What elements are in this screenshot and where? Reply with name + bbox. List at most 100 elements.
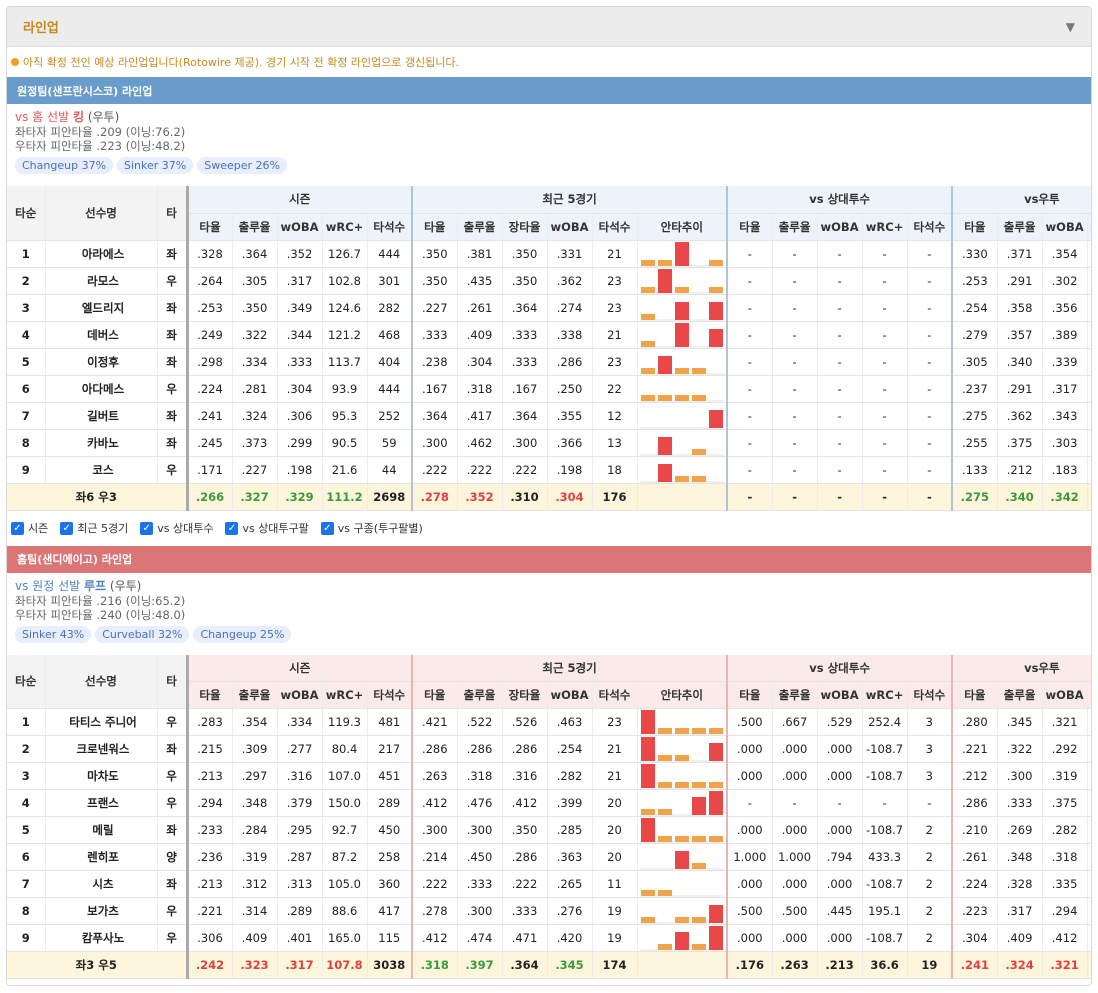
vs-pitcher-stat: 2: [907, 816, 954, 844]
player-name[interactable]: 길버트: [45, 402, 158, 430]
player-name[interactable]: 크로넨워스: [45, 735, 158, 763]
column-header[interactable]: 출루율: [457, 681, 503, 709]
player-name[interactable]: 마차도: [45, 762, 158, 790]
column-header[interactable]: 선수명: [45, 186, 158, 241]
column-header[interactable]: 타율: [952, 213, 998, 241]
column-header[interactable]: 타: [157, 186, 189, 241]
panel-header[interactable]: 라인업 ▼: [7, 7, 1091, 47]
column-header[interactable]: 타석수: [367, 213, 413, 241]
column-header[interactable]: wOBA: [1042, 681, 1088, 709]
column-header[interactable]: 타석수: [907, 213, 954, 241]
column-header[interactable]: 타율: [187, 213, 233, 241]
column-header[interactable]: 출루율: [232, 681, 278, 709]
recent-stat: .285: [547, 816, 593, 844]
column-header[interactable]: wRC+: [322, 213, 368, 241]
checkbox-checked-icon[interactable]: ✓: [320, 521, 334, 535]
column-header[interactable]: wOBA: [277, 213, 323, 241]
vs-hand-total: .324: [997, 951, 1043, 979]
player-name[interactable]: 라모스: [45, 267, 158, 295]
checkbox-checked-icon[interactable]: ✓: [225, 521, 239, 535]
column-header[interactable]: wRC+: [1087, 213, 1091, 241]
vs-hand-stat: 120.0: [1087, 870, 1091, 898]
column-header[interactable]: wOBA: [547, 681, 593, 709]
player-name[interactable]: 아라에스: [45, 240, 158, 268]
column-header[interactable]: 출루율: [997, 213, 1043, 241]
column-header[interactable]: 출루율: [772, 681, 818, 709]
filter-checkbox[interactable]: ✓ 시즌: [11, 520, 48, 536]
pitcher-name[interactable]: 킹: [73, 110, 84, 124]
recent-stat: .350: [502, 240, 548, 268]
recent-stat: .338: [547, 321, 593, 349]
filter-label: 시즌: [28, 522, 49, 535]
vs-pitcher-stat: -: [907, 456, 954, 484]
checkbox-checked-icon[interactable]: ✓: [140, 521, 154, 535]
column-header[interactable]: 출루율: [997, 681, 1043, 709]
column-header[interactable]: wOBA: [817, 681, 863, 709]
season-stat: .324: [232, 402, 278, 430]
column-header[interactable]: 타율: [187, 681, 233, 709]
season-stat: 95.3: [322, 402, 368, 430]
column-header[interactable]: 출루율: [772, 213, 818, 241]
vs-pitcher-stat: .500: [727, 897, 773, 925]
player-name[interactable]: 카바노: [45, 429, 158, 457]
collapse-icon[interactable]: ▼: [1066, 20, 1075, 34]
column-header[interactable]: wOBA: [277, 681, 323, 709]
player-name[interactable]: 보가츠: [45, 897, 158, 925]
player-name[interactable]: 이정후: [45, 348, 158, 376]
column-header[interactable]: 타율: [412, 681, 458, 709]
column-header[interactable]: wRC+: [322, 681, 368, 709]
player-name[interactable]: 메릴: [45, 816, 158, 844]
season-stat: .334: [232, 348, 278, 376]
player-name[interactable]: 데버스: [45, 321, 158, 349]
column-header[interactable]: wOBA: [547, 213, 593, 241]
season-stat: 417: [367, 897, 413, 925]
hit-trend-total: [637, 483, 729, 511]
column-header[interactable]: 타순: [7, 186, 46, 241]
sparkline-bar: [674, 286, 689, 293]
checkbox-checked-icon[interactable]: ✓: [60, 521, 74, 535]
vs-pitcher-total: .176: [727, 951, 773, 979]
column-header[interactable]: wRC+: [862, 681, 908, 709]
column-header[interactable]: 타순: [7, 654, 46, 709]
column-header[interactable]: wOBA: [817, 213, 863, 241]
column-header[interactable]: 타석수: [367, 681, 413, 709]
season-stat: 360: [367, 870, 413, 898]
column-header[interactable]: wRC+: [1087, 681, 1091, 709]
column-header[interactable]: wRC+: [862, 213, 908, 241]
column-header[interactable]: 장타율: [502, 213, 548, 241]
column-header[interactable]: 선수명: [45, 654, 158, 709]
checkbox-checked-icon[interactable]: ✓: [11, 521, 24, 535]
column-header[interactable]: 타율: [952, 681, 998, 709]
column-header[interactable]: 타석수: [592, 213, 638, 241]
filter-checkbox[interactable]: ✓ 최근 5경기: [60, 520, 128, 536]
column-header[interactable]: 장타율: [502, 681, 548, 709]
filter-checkbox[interactable]: ✓ vs 구종(투구팔별): [320, 520, 423, 536]
player-name[interactable]: 코스: [45, 456, 158, 484]
recent-stat: .331: [547, 240, 593, 268]
column-header[interactable]: 타석수: [907, 681, 954, 709]
column-header[interactable]: wOBA: [1042, 213, 1088, 241]
player-name[interactable]: 아다메스: [45, 375, 158, 403]
column-header[interactable]: 타율: [727, 681, 773, 709]
column-header[interactable]: 타: [157, 654, 189, 709]
filter-checkbox[interactable]: ✓ vs 상대투구팔: [225, 520, 309, 536]
player-name[interactable]: 시츠: [45, 870, 158, 898]
pitcher-name[interactable]: 루프: [84, 579, 106, 593]
recent-stat: .286: [502, 735, 548, 763]
player-name[interactable]: 캄푸사노: [45, 924, 158, 952]
column-header[interactable]: 출루율: [232, 213, 278, 241]
player-name[interactable]: 프랜스: [45, 789, 158, 817]
column-header[interactable]: 안타추이: [637, 213, 729, 241]
filter-checkbox[interactable]: ✓ vs 상대투수: [140, 520, 213, 536]
bat-hand: 우: [157, 375, 189, 403]
player-name[interactable]: 엘드리지: [45, 294, 158, 322]
column-header[interactable]: 출루율: [457, 213, 503, 241]
recent-stat: .333: [502, 321, 548, 349]
column-header[interactable]: 타석수: [592, 681, 638, 709]
player-name[interactable]: 렌히포: [45, 843, 158, 871]
column-header[interactable]: 타율: [412, 213, 458, 241]
player-name[interactable]: 타티스 주니어: [45, 708, 158, 736]
column-header[interactable]: 타율: [727, 213, 773, 241]
column-header[interactable]: 안타추이: [637, 681, 729, 709]
table-row: 3 엘드리지 좌 .253.350.349 124.6 282.227.261.364.2…: [7, 294, 1091, 322]
